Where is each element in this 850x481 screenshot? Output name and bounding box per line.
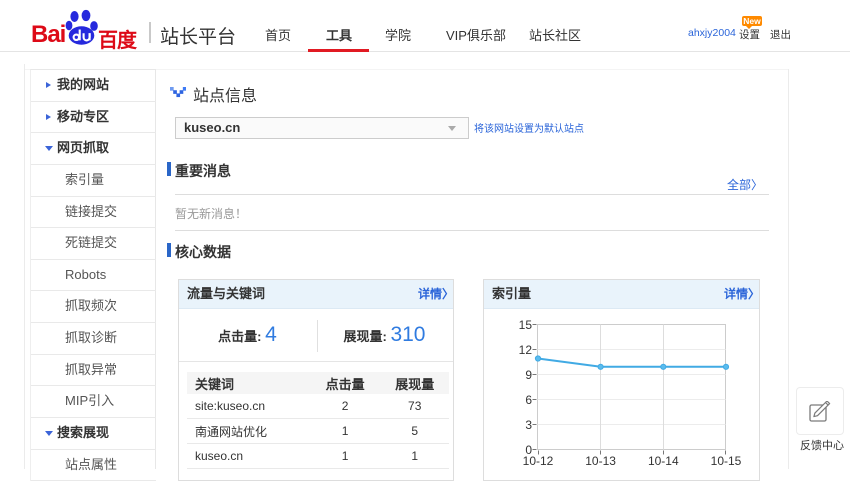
svg-text:12: 12 [519, 343, 533, 357]
svg-text:3: 3 [525, 418, 532, 432]
svg-text:6: 6 [525, 393, 532, 407]
svg-text:15: 15 [519, 318, 533, 332]
svg-text:10-15: 10-15 [711, 454, 742, 468]
svg-text:10-13: 10-13 [585, 454, 616, 468]
svg-text:10-14: 10-14 [648, 454, 679, 468]
svg-text:9: 9 [525, 368, 532, 382]
svg-text:10-12: 10-12 [523, 454, 554, 468]
